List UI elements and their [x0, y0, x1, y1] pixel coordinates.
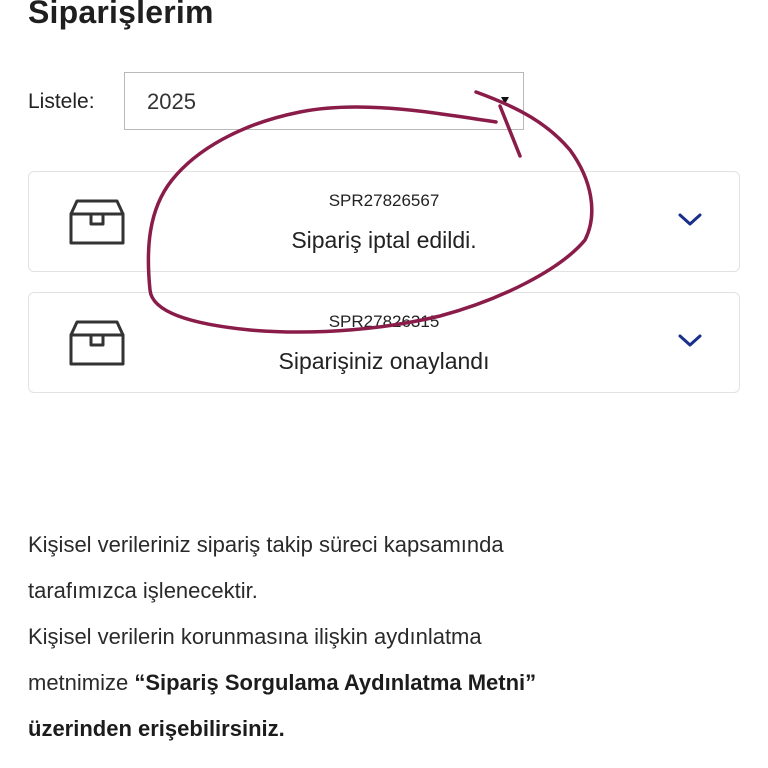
order-number: SPR27826315	[328, 312, 440, 331]
order-card[interactable]: SPR27826567 Sipariş iptal edildi.	[28, 171, 740, 272]
privacy-line: üzerinden erişebilirsiniz.	[28, 716, 285, 741]
privacy-line: metnimize “Sipariş Sorgulama Aydınlatma …	[28, 660, 728, 706]
chevron-down-icon[interactable]	[677, 212, 703, 228]
privacy-line: tarafımızca işlenecektir.	[28, 578, 258, 603]
page-title: Siparişlerim	[28, 0, 214, 30]
privacy-line-prefix: metnimize	[28, 670, 129, 695]
caret-down-icon	[501, 97, 509, 104]
year-select[interactable]: 2025	[124, 72, 524, 130]
privacy-line: Kişisel verilerin korunmasına ilişkin ay…	[28, 624, 482, 649]
chevron-down-icon[interactable]	[677, 333, 703, 349]
privacy-notice: Kişisel verileriniz sipariş takip süreci…	[28, 522, 728, 752]
order-number: SPR27826567	[328, 191, 440, 210]
privacy-line: Kişisel verileriniz sipariş takip süreci…	[28, 532, 504, 557]
year-select-value: 2025	[147, 89, 196, 114]
order-card[interactable]: SPR27826315 Siparişiniz onaylandı	[28, 292, 740, 393]
order-status: Sipariş iptal edildi.	[291, 227, 477, 253]
order-status: Siparişiniz onaylandı	[278, 348, 490, 374]
privacy-policy-link[interactable]: “Sipariş Sorgulama Aydınlatma Metni”	[134, 670, 536, 695]
filter-label: Listele:	[28, 90, 95, 113]
